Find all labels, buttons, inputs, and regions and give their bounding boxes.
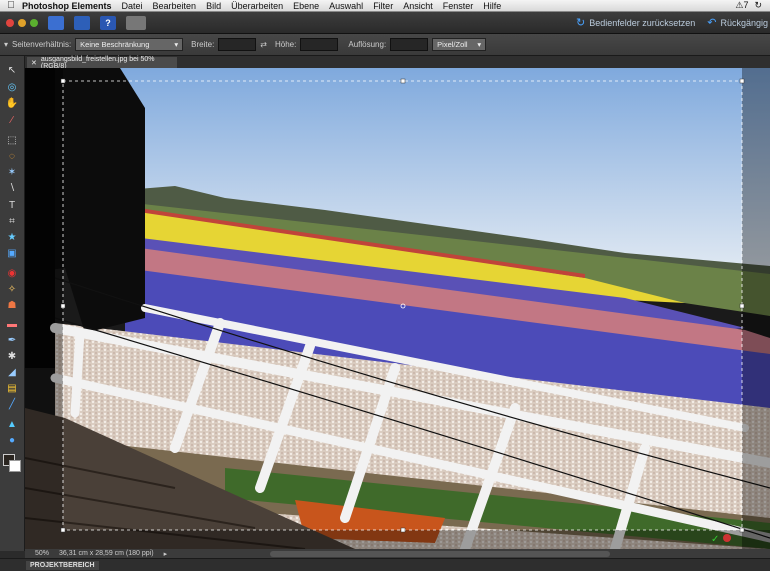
- minimize-window-button[interactable]: [18, 18, 26, 27]
- shape-tool-icon[interactable]: ╱: [5, 398, 19, 410]
- menu-auswahl[interactable]: Auswahl: [329, 1, 363, 11]
- spot-healing-tool-icon[interactable]: ✧: [5, 283, 19, 295]
- document-tab-strip: ✕ ausgangsbild_freistellen.jpg bei 50% (…: [25, 56, 770, 70]
- move-tool-icon[interactable]: ↖: [5, 64, 19, 76]
- red-eye-tool-icon[interactable]: ◉: [5, 267, 19, 279]
- height-label: Höhe:: [275, 40, 297, 49]
- close-tab-icon[interactable]: ✕: [31, 59, 37, 67]
- smart-brush-tool-icon[interactable]: ✱: [5, 350, 19, 362]
- help-button[interactable]: ?: [100, 15, 116, 30]
- image-canvas[interactable]: ✓: [25, 68, 770, 549]
- reset-panels-button[interactable]: Bedienfelder zurücksetzen: [589, 18, 695, 28]
- paint-bucket-tool-icon[interactable]: ◢: [5, 366, 19, 378]
- sponge-tool-icon[interactable]: ●: [5, 434, 19, 446]
- tool-preset-icon[interactable]: ▾: [4, 40, 8, 49]
- undo-icon: ↶: [707, 17, 717, 29]
- type-tool-icon[interactable]: T: [5, 199, 19, 211]
- width-label: Breite:: [191, 40, 215, 49]
- cookie-cutter-tool-icon[interactable]: ★: [5, 231, 19, 243]
- resolution-field[interactable]: [390, 38, 429, 51]
- marquee-tool-icon[interactable]: ⬚: [5, 134, 19, 146]
- zoom-tool-icon[interactable]: ◎: [5, 81, 19, 93]
- photo-tulip-fields: ✓: [25, 68, 770, 549]
- menu-bild[interactable]: Bild: [206, 1, 221, 11]
- eyedropper-tool-icon[interactable]: ∕: [5, 114, 19, 126]
- aspect-ratio-select[interactable]: Keine Beschränkung ▾: [75, 38, 184, 51]
- menu-filter[interactable]: Filter: [373, 1, 393, 11]
- svg-text:✓: ✓: [711, 534, 719, 545]
- tool-options-bar: ▾ Seitenverhältnis: Keine Beschränkung ▾…: [0, 34, 770, 56]
- project-bin-bar: PROJEKTBEREICH: [0, 558, 770, 571]
- gradient-tool-icon[interactable]: ▤: [5, 382, 19, 394]
- window-controls: [6, 18, 38, 27]
- resolution-unit-select[interactable]: Pixel/Zoll ▾: [432, 38, 487, 51]
- document-size-info: 36,31 cm x 28,59 cm (180 ppi): [59, 550, 154, 557]
- selection-brush-tool-icon[interactable]: ∖: [5, 182, 19, 194]
- brush-tool-icon[interactable]: ✒: [5, 334, 19, 346]
- status-bar: 50% 36,31 cm x 28,59 cm (180 ppi) ▸: [25, 549, 770, 558]
- lasso-tool-icon[interactable]: ◌: [5, 150, 19, 162]
- clone-stamp-tool-icon[interactable]: ☗: [5, 299, 19, 311]
- resolution-unit-value: Pixel/Zoll: [437, 40, 468, 49]
- menu-bearbeiten[interactable]: Bearbeiten: [153, 1, 197, 11]
- chevron-down-icon: ▾: [174, 40, 179, 49]
- straighten-tool-icon[interactable]: ▣: [5, 247, 19, 259]
- width-field[interactable]: [218, 38, 257, 51]
- zoom-level[interactable]: 50%: [35, 550, 49, 557]
- blur-tool-icon[interactable]: ▲: [5, 418, 19, 430]
- menu-hilfe[interactable]: Hilfe: [483, 1, 501, 11]
- swap-dimensions-icon[interactable]: ⇄: [260, 40, 267, 49]
- reset-panels-icon: ↻: [575, 17, 586, 29]
- magic-wand-tool-icon[interactable]: ✶: [5, 166, 19, 178]
- hand-tool-icon[interactable]: ✋: [5, 97, 19, 109]
- mac-menubar:  Photoshop Elements Datei Bearbeiten Bi…: [0, 0, 770, 12]
- menu-fenster[interactable]: Fenster: [443, 1, 474, 11]
- save-button[interactable]: [74, 15, 90, 30]
- menu-ebene[interactable]: Ebene: [293, 1, 319, 11]
- arrange-documents-button[interactable]: [126, 15, 146, 30]
- apple-menu-icon[interactable]: : [0, 0, 22, 11]
- height-field[interactable]: [300, 38, 339, 51]
- close-window-button[interactable]: [6, 18, 14, 27]
- project-bin-toggle[interactable]: PROJEKTBEREICH: [26, 560, 99, 570]
- app-menu[interactable]: Photoshop Elements: [22, 1, 112, 11]
- chevron-down-icon: ▾: [477, 40, 482, 49]
- zoom-window-button[interactable]: [30, 18, 38, 27]
- status-menu-icon[interactable]: ▸: [164, 550, 168, 558]
- application-bar: ? ↻ Bedienfelder zurücksetzen ↶ Rückgäng…: [0, 12, 770, 34]
- menu-ueberarbeiten[interactable]: Überarbeiten: [231, 1, 283, 11]
- toolbox: ↖ ◎ ✋ ∕ ⬚ ◌ ✶ ∖ T ⌗ ★ ▣ ◉ ✧ ☗ ▬ ✒ ✱ ◢ ▤ …: [0, 56, 25, 551]
- resolution-label: Auflösung:: [348, 40, 387, 49]
- aspect-ratio-value: Keine Beschränkung: [80, 40, 150, 49]
- menu-ansicht[interactable]: Ansicht: [403, 1, 433, 11]
- time-machine-icon[interactable]: ↻: [754, 0, 762, 11]
- eraser-tool-icon[interactable]: ▬: [5, 318, 19, 330]
- background-color-swatch[interactable]: [9, 460, 21, 472]
- adobe-status-icon[interactable]: ⚠7: [735, 0, 748, 11]
- menu-datei[interactable]: Datei: [122, 1, 143, 11]
- undo-button[interactable]: Rückgängig: [720, 18, 768, 28]
- document-tab[interactable]: ✕ ausgangsbild_freistellen.jpg bei 50% (…: [27, 56, 177, 70]
- horizontal-scrollbar[interactable]: [270, 550, 610, 557]
- new-file-button[interactable]: [48, 15, 64, 30]
- crop-tool-icon[interactable]: ⌗: [5, 215, 19, 227]
- aspect-ratio-label: Seitenverhältnis:: [12, 40, 72, 49]
